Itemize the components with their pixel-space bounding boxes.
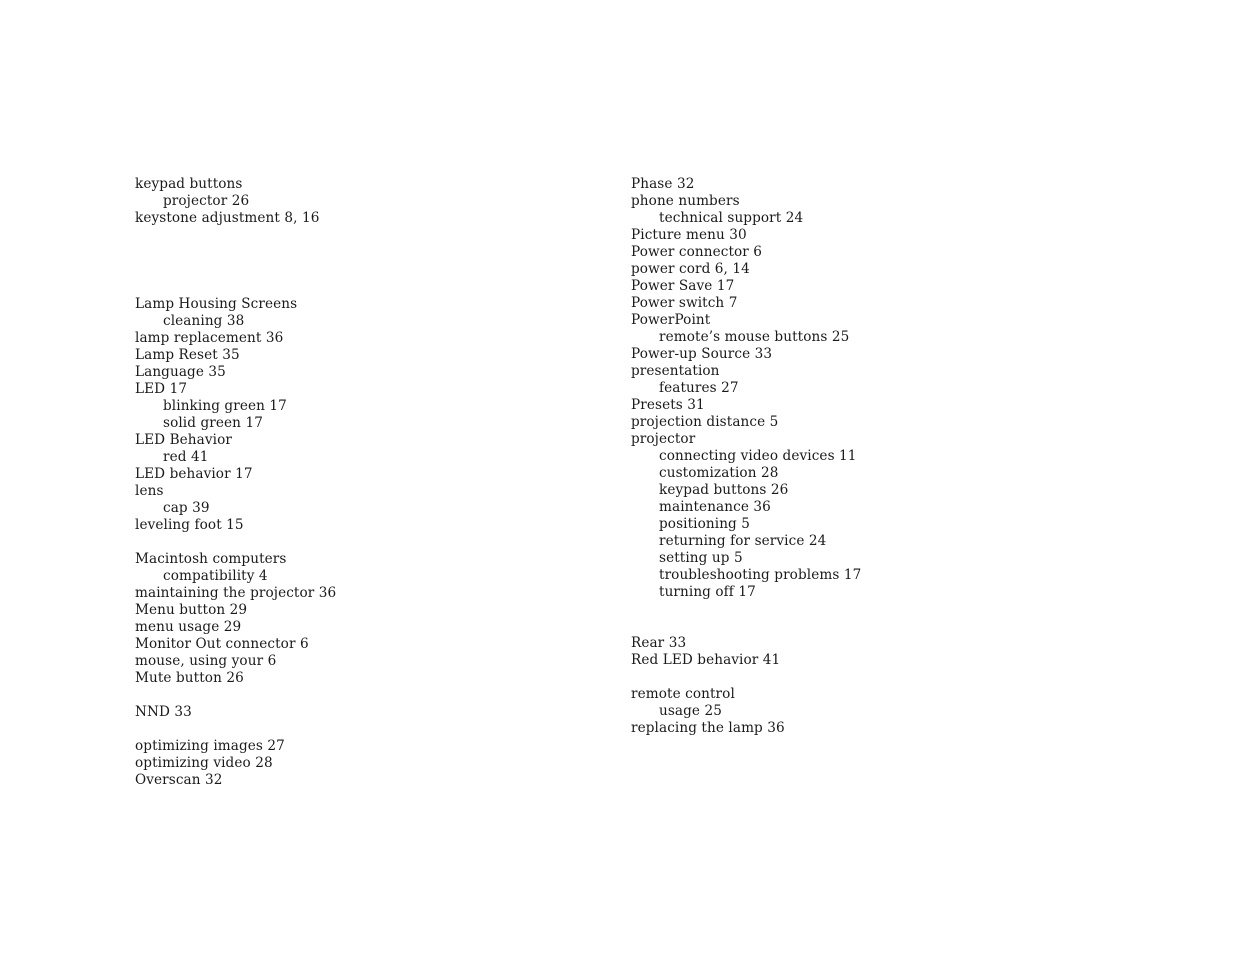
index-subentry: positioning 5 xyxy=(659,516,751,532)
index-subentry: compatibility 4 xyxy=(163,568,268,584)
index-entry: PowerPoint xyxy=(631,312,711,328)
index-entry: menu usage 29 xyxy=(135,619,242,635)
index-entry: lamp replacement 36 xyxy=(135,330,284,346)
index-entry: maintaining the projector 36 xyxy=(135,585,337,601)
index-subentry: cap 39 xyxy=(163,500,210,516)
index-entry: Lamp Reset 35 xyxy=(135,347,240,363)
index-entry: optimizing images 27 xyxy=(135,738,285,754)
index-entry: Rear 33 xyxy=(631,635,687,651)
index-entry: Power connector 6 xyxy=(631,244,763,260)
index-entry: LED behavior 17 xyxy=(135,466,253,482)
index-subentry: customization 28 xyxy=(659,465,779,481)
index-subentry: usage 25 xyxy=(659,703,723,719)
index-entry: keypad buttons xyxy=(135,176,243,192)
index-column-left: keypad buttons projector 26 keystone adjus… xyxy=(135,176,565,789)
index-entry: lens xyxy=(135,483,164,499)
index-entry: Power Save 17 xyxy=(631,278,735,294)
index-entry: phone numbers xyxy=(631,193,740,209)
index-subentry: connecting video devices 11 xyxy=(659,448,857,464)
index-columns: keypad buttons projector 26 keystone adjus… xyxy=(0,176,1235,789)
index-entry: NND 33 xyxy=(135,704,192,720)
index-subentry: remote’s mouse buttons 25 xyxy=(659,329,850,345)
index-subentry: cleaning 38 xyxy=(163,313,245,329)
index-entry: power cord 6, 14 xyxy=(631,261,750,277)
index-entry: Power switch 7 xyxy=(631,295,738,311)
index-entry: keystone adjustment 8, 16 xyxy=(135,210,320,226)
index-entry: replacing the lamp 36 xyxy=(631,720,785,736)
index-page: keypad buttons projector 26 keystone adjus… xyxy=(0,0,1235,954)
index-entry: Mute button 26 xyxy=(135,670,244,686)
index-entry: projection distance 5 xyxy=(631,414,779,430)
index-entry: Monitor Out connector 6 xyxy=(135,636,309,652)
index-entry: Lamp Housing Screens xyxy=(135,296,298,312)
index-entry: Presets 31 xyxy=(631,397,705,413)
index-subentry: technical support 24 xyxy=(659,210,804,226)
index-entry: presentation xyxy=(631,363,720,379)
index-subentry: returning for service 24 xyxy=(659,533,827,549)
index-entry: LED Behavior xyxy=(135,432,232,448)
index-subentry: solid green 17 xyxy=(163,415,263,431)
index-subentry: red 41 xyxy=(163,449,209,465)
index-subentry: turning off 17 xyxy=(659,584,756,600)
index-entry: projector xyxy=(631,431,696,447)
index-entry: Phase 32 xyxy=(631,176,695,192)
index-subentry: maintenance 36 xyxy=(659,499,771,515)
index-entry: Overscan 32 xyxy=(135,772,223,788)
index-entry: Macintosh computers xyxy=(135,551,287,567)
index-subentry: keypad buttons 26 xyxy=(659,482,789,498)
index-subentry: features 27 xyxy=(659,380,739,396)
index-entry: remote control xyxy=(631,686,735,702)
index-entry: Language 35 xyxy=(135,364,226,380)
index-entry: Red LED behavior 41 xyxy=(631,652,781,668)
index-entry: LED 17 xyxy=(135,381,188,397)
index-entry: Power-up Source 33 xyxy=(631,346,773,362)
index-subentry: setting up 5 xyxy=(659,550,743,566)
index-entry: mouse, using your 6 xyxy=(135,653,277,669)
index-subentry: troubleshooting problems 17 xyxy=(659,567,862,583)
index-entry: Menu button 29 xyxy=(135,602,248,618)
index-subentry: blinking green 17 xyxy=(163,398,287,414)
index-column-right: Phase 32 phone numbers technical support 2… xyxy=(631,176,1061,737)
index-entry: optimizing video 28 xyxy=(135,755,273,771)
index-entry: leveling foot 15 xyxy=(135,517,244,533)
index-entry: Picture menu 30 xyxy=(631,227,747,243)
index-subentry: projector 26 xyxy=(163,193,250,209)
